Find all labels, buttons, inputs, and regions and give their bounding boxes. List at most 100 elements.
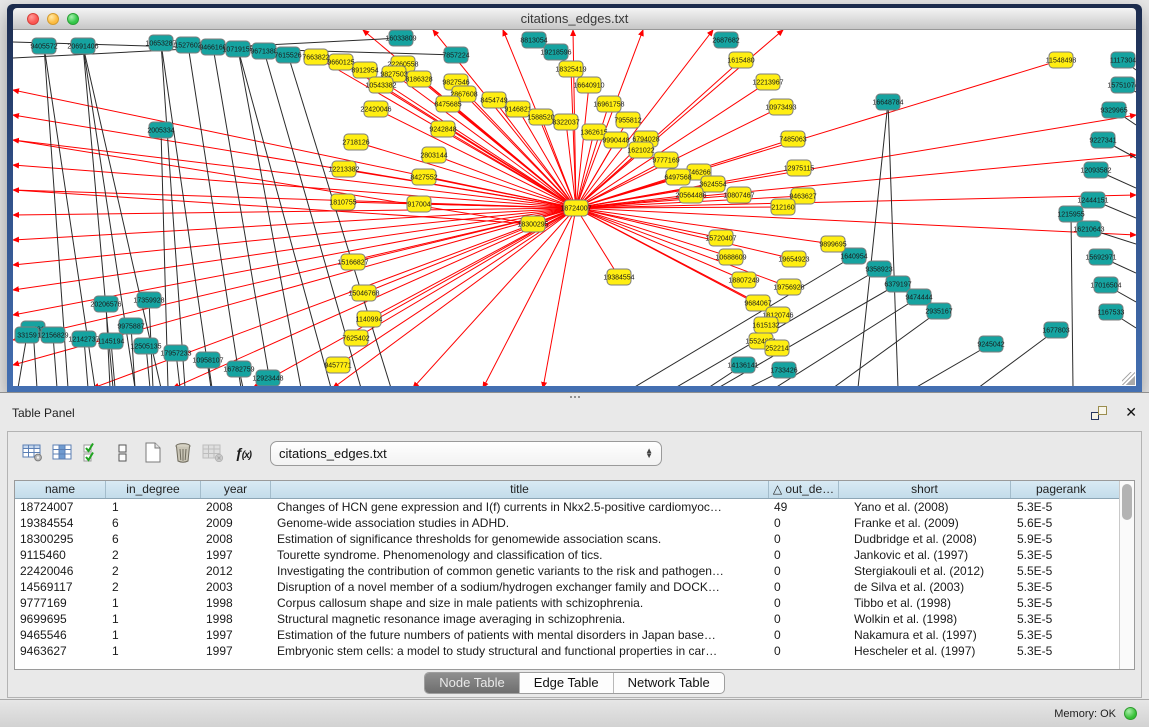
table-cell[interactable]: Jankovic et al. (1997)	[839, 547, 1011, 563]
table-cell[interactable]: 9465546	[15, 627, 106, 643]
table-cell[interactable]: 5.3E-5	[1011, 611, 1111, 627]
graph-node[interactable]: 7663822	[302, 49, 329, 65]
graph-node[interactable]: 7955812	[614, 112, 641, 128]
graph-node[interactable]: 16210643	[1073, 221, 1104, 237]
table-cell[interactable]: 1997	[201, 547, 271, 563]
graph-node[interactable]: 16640910	[573, 77, 604, 93]
graph-node[interactable]: 1615480	[727, 52, 754, 68]
table-row[interactable]: 946554611997Estimation of the future num…	[15, 627, 1119, 643]
graph-node[interactable]: 18724007	[560, 200, 591, 216]
column-header-out-de-[interactable]: △ out_de…	[769, 481, 839, 498]
graph-node[interactable]: 9975887	[117, 318, 144, 334]
column-header-name[interactable]: name	[15, 481, 106, 498]
table-cell[interactable]: de Silva et al. (2003)	[839, 579, 1011, 595]
graph-node[interactable]: 1588520	[527, 109, 554, 125]
graph-node[interactable]: 9242848	[429, 121, 456, 137]
table-cell[interactable]: 14569117	[15, 579, 106, 595]
table-cell[interactable]: 5.3E-5	[1011, 499, 1111, 515]
graph-node[interactable]: 9329965	[1100, 102, 1127, 118]
table-cell[interactable]: 5.3E-5	[1011, 579, 1111, 595]
table-row[interactable]: 977716911998Corpus callosum shape and si…	[15, 595, 1119, 611]
graph-node[interactable]: 10653287	[145, 35, 176, 51]
table-cell[interactable]: 6	[106, 531, 201, 547]
graph-node[interactable]: 9990448	[602, 132, 629, 148]
table-cell[interactable]: 1998	[201, 595, 271, 611]
graph-node[interactable]: 1677803	[1042, 322, 1069, 338]
table-cell[interactable]: Dudbridge et al. (2008)	[839, 531, 1011, 547]
table-row[interactable]: 1456911722003Disruption of a novel membe…	[15, 579, 1119, 595]
table-cell[interactable]: Embryonic stem cells: a model to study s…	[271, 643, 769, 659]
table-cell[interactable]: 2009	[201, 515, 271, 531]
graph-node[interactable]: 1215955	[1057, 206, 1084, 222]
graph-node[interactable]: 12505135	[130, 338, 161, 354]
row-options-icon[interactable]	[108, 439, 138, 467]
graph-node[interactable]: 212160	[771, 199, 795, 215]
graph-node[interactable]: 9474444	[905, 289, 932, 305]
graph-node[interactable]: 22420046	[360, 101, 391, 117]
column-header-year[interactable]: year	[201, 481, 271, 498]
graph-node[interactable]: 18300295	[517, 216, 548, 232]
graph-node[interactable]: 8322037	[552, 114, 579, 130]
graph-node[interactable]: 8813054	[520, 32, 547, 48]
graph-node[interactable]: 7615526	[274, 47, 301, 63]
graph-node[interactable]: 10958107	[192, 352, 223, 368]
column-header-in-degree[interactable]: in_degree	[106, 481, 201, 498]
graph-node[interactable]: 16782759	[223, 361, 254, 377]
graph-node[interactable]: 15046768	[348, 285, 379, 301]
table-cell[interactable]: Corpus callosum shape and size in male p…	[271, 595, 769, 611]
table-cell[interactable]: 5.3E-5	[1011, 595, 1111, 611]
graph-node[interactable]: 1167533	[1098, 304, 1125, 320]
table-cell[interactable]: Yano et al. (2008)	[839, 499, 1011, 515]
table-cell[interactable]: Nakamura et al. (1997)	[839, 627, 1011, 643]
table-settings-icon[interactable]	[18, 439, 48, 467]
table-cell[interactable]: 0	[769, 579, 839, 595]
table-row[interactable]: 1872400712008Changes of HCN gene express…	[15, 499, 1119, 515]
graph-node[interactable]: 6497568	[664, 169, 691, 185]
graph-node[interactable]: 10973493	[765, 99, 796, 115]
graph-node[interactable]: 1733426	[770, 362, 797, 378]
table-cell[interactable]: 9777169	[15, 595, 106, 611]
table-cell[interactable]: 5.3E-5	[1011, 643, 1111, 659]
table-cell[interactable]: 9115460	[15, 547, 106, 563]
table-cell[interactable]: 2012	[201, 563, 271, 579]
table-cell[interactable]: 2003	[201, 579, 271, 595]
graph-node[interactable]: 20206576	[90, 296, 121, 312]
scrollbar-thumb[interactable]	[1122, 484, 1132, 520]
table-cell[interactable]: 5.9E-5	[1011, 531, 1111, 547]
table-cell[interactable]: 0	[769, 595, 839, 611]
table-cell[interactable]: 1	[106, 643, 201, 659]
table-cell[interactable]: Hescheler et al. (1997)	[839, 643, 1011, 659]
graph-node[interactable]: 9777169	[652, 152, 679, 168]
graph-node[interactable]: 12923448	[252, 370, 283, 386]
table-cell[interactable]: Structural magnetic resonance image aver…	[271, 611, 769, 627]
graph-node[interactable]: 1615132	[752, 317, 779, 333]
graph-node[interactable]: 20691406	[67, 38, 98, 54]
graph-node[interactable]: 11548498	[1046, 52, 1077, 68]
table-cell[interactable]: 0	[769, 627, 839, 643]
float-panel-icon[interactable]	[1091, 406, 1107, 420]
graph-node[interactable]: 2718126	[342, 134, 369, 150]
tab-network-table[interactable]: Network Table	[614, 673, 724, 693]
panel-splitter[interactable]	[0, 393, 1149, 401]
graph-node[interactable]: 9899695	[819, 236, 846, 252]
graph-node[interactable]: 7485063	[779, 131, 806, 147]
table-cell[interactable]: 0	[769, 547, 839, 563]
table-cell[interactable]: 6	[106, 515, 201, 531]
graph-node[interactable]: 10543382	[365, 77, 396, 93]
graph-node[interactable]: 12213967	[752, 74, 783, 90]
table-cell[interactable]: Disruption of a novel member of a sodium…	[271, 579, 769, 595]
graph-node[interactable]: 8427552	[410, 169, 437, 185]
graph-node[interactable]: 33159	[15, 327, 39, 343]
graph-node[interactable]: 16961758	[593, 96, 624, 112]
table-cell[interactable]: Investigating the contribution of common…	[271, 563, 769, 579]
select-columns-icon[interactable]	[78, 439, 108, 467]
graph-node[interactable]: 16033809	[385, 30, 416, 46]
graph-node[interactable]: 7857224	[442, 47, 469, 63]
table-cell[interactable]: Estimation of significance thresholds fo…	[271, 531, 769, 547]
resize-grip[interactable]	[1122, 372, 1135, 385]
vertical-scrollbar[interactable]	[1119, 481, 1134, 669]
graph-node[interactable]: 9457771	[324, 357, 351, 373]
table-cell[interactable]: 2	[106, 563, 201, 579]
graph-node[interactable]: 15692971	[1085, 249, 1116, 265]
table-cell[interactable]: Estimation of the future numbers of pati…	[271, 627, 769, 643]
